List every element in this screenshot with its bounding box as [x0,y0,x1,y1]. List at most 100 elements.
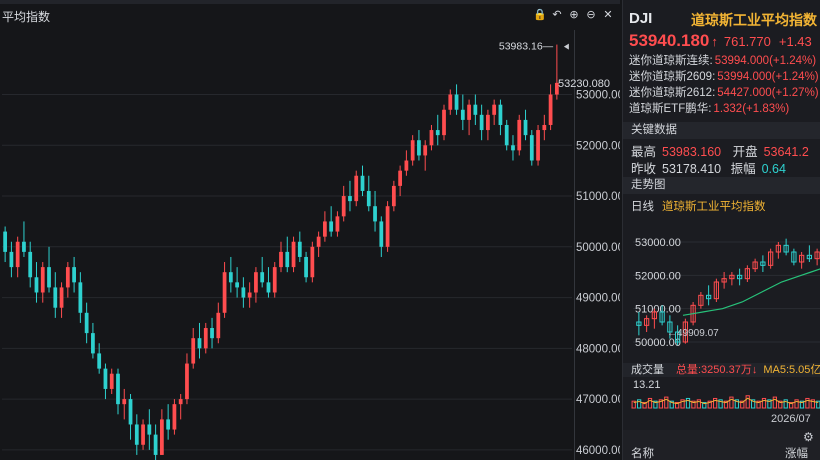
candle-body [122,399,127,405]
candle-body [517,119,522,151]
high-label: 最高 [631,145,657,159]
volume-total: 总量:3250.37万 [676,364,752,376]
open-label: 开盘 [732,145,758,159]
close-icon[interactable]: ✕ [602,8,614,21]
trend-tabs: 日线 道琼斯工业平均指数 [631,198,774,214]
chart-toolbar: 🔒 ↶ ⊕ ⊖ ✕ [533,8,614,21]
candle-body [486,114,490,131]
related-name: 道琼斯ETF鹏华: [629,103,712,115]
candle-body [103,368,108,389]
candlestick-chart[interactable]: 53000.00 52000.00 51000.00 50000.00 49000.00… [0,26,620,460]
candle-body [548,94,553,125]
candle-body [442,109,446,136]
y-tick-label: 52000.00 [576,140,620,152]
gear-icon[interactable]: ⚙ [803,430,814,444]
candle-body [260,272,265,283]
candle-body [297,241,302,257]
candle-body [97,353,102,369]
top-strip [0,0,620,4]
high-value: 53983.160 [662,145,722,159]
candle-body [128,399,133,425]
mini-y-tick-label: 52000.00 [635,270,681,282]
candle-body [235,282,239,288]
candle-body [542,124,547,131]
candle-body [78,282,83,313]
candle-body [34,277,39,293]
high-label: 53983.16— [499,41,554,53]
mini-candlestick-chart[interactable]: 53000.0052000.0051000.0050000.00 [623,214,820,364]
candle-body [373,206,377,222]
candle-body [266,282,271,293]
y-tick-label: 47000.00 [576,394,620,406]
candle-body [59,287,64,308]
tab-daily[interactable]: 日线 [631,201,654,213]
price-change: 761.770 [723,34,771,49]
symbol-code: DJI [629,10,653,27]
price-change-pct: +1.43 [778,34,812,49]
list-item[interactable]: 迷你道琼斯2612: 54427.000(+1.27%) [629,85,820,101]
y-tick-label: 53000.00 [576,90,620,102]
candle-body [197,338,202,349]
related-value: 53994.000(+1.24%) [717,71,819,83]
candle-body [285,251,290,268]
candle-body [91,333,95,354]
volume-max-label: 13.21 [633,379,661,391]
symbol-name: 道琼斯工业平均指数 [691,12,817,28]
candle-body [310,246,315,278]
candle-body [448,94,453,110]
y-tick-label: 50000.00 [576,242,620,254]
list-item[interactable]: 迷你道琼斯连续: 53994.000(+1.24%) [629,53,820,69]
candle-body [47,267,51,288]
candle-body [147,424,152,435]
zoom-out-icon[interactable]: ⊖ [585,8,597,21]
stock-app: 平均指数 🔒 ↶ ⊕ ⊖ ✕ 53000.00 52000.00 51000.00 5… [0,0,820,460]
open-value: 53641.2 [763,145,809,159]
quote-panel: DJI 道琼斯工业平均指数 53940.180 ↑ 761.770 +1.43 迷你道… [622,0,820,460]
candle-body [492,104,497,115]
zoom-in-icon[interactable]: ⊕ [568,8,580,21]
candle-body [417,140,421,156]
key-data-header: 关键数据 [623,122,820,139]
related-name: 迷你道琼斯连续: [629,55,713,67]
candle-body [22,241,26,252]
undo-icon[interactable]: ↶ [551,8,563,21]
candle-body [109,373,114,389]
candle-body [536,130,540,161]
candle-body [529,135,534,161]
tab-index[interactable]: 道琼斯工业平均指数 [662,201,766,213]
related-value: 53994.000(+1.24%) [714,55,817,67]
candle-body [241,287,246,298]
candle-body [203,328,208,349]
quote-row: 53940.180 ↑ 761.770 +1.43 [629,31,812,51]
candle-body [291,241,296,268]
candle-body [216,312,221,339]
up-arrow-icon: ↑ [711,34,718,49]
related-name: 迷你道琼斯2612: [629,87,716,99]
mini-y-tick-label: 53000.00 [635,237,681,249]
mini-y-tick-label: 51000.00 [635,304,681,316]
candle-body [166,419,171,430]
main-chart-pane[interactable]: 平均指数 🔒 ↶ ⊕ ⊖ ✕ 53000.00 52000.00 51000.00 5… [0,0,622,460]
candle-body [473,104,478,115]
related-list: 迷你道琼斯连续: 53994.000(+1.24%) 迷你道琼斯2609: 5399… [629,53,820,117]
volume-bar [729,396,734,409]
prev-close-label: 昨收 [631,162,657,176]
candle-body [460,109,465,120]
related-value: 54427.000(+1.27%) [717,87,819,99]
y-tick-label: 49000.00 [576,293,620,305]
list-item[interactable]: 道琼斯ETF鹏华: 1.332(+1.83%) [629,101,820,117]
lock-icon[interactable]: 🔒 [533,8,547,21]
candle-body [72,267,76,283]
candle-body [467,104,471,120]
list-item[interactable]: 迷你道琼斯2609: 53994.000(+1.24%) [629,69,820,85]
high-marker-icon [563,43,569,50]
trend-header: 走势图 [623,177,820,194]
down-arrow-icon: ↓ [751,364,758,376]
candle-body [159,419,164,455]
last-label: 53230.080 [558,78,610,90]
candle-body [391,185,396,207]
date-label: 2026/07 [771,413,811,425]
chart-title: 平均指数 [2,10,51,24]
mini-min-label: ←49909.07 [667,328,719,339]
candle-body [254,272,258,293]
